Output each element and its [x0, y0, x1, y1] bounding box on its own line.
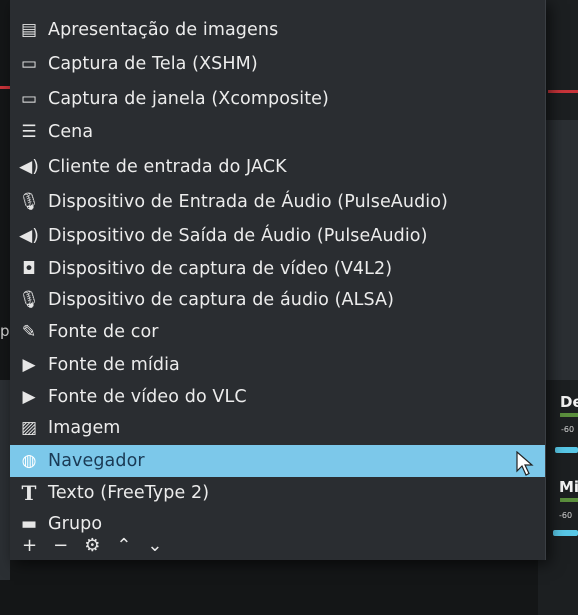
slideshow-icon: ▤	[20, 20, 38, 40]
move-down-icon[interactable]: ⌄	[147, 535, 162, 556]
menu-item-label: Fonte de vídeo do VLC	[48, 387, 247, 407]
menu-item-label: Grupo	[48, 514, 103, 534]
menu-item-label: Dispositivo de Entrada de Áudio (PulseAu…	[48, 192, 448, 212]
audio-slider-2[interactable]	[553, 530, 578, 536]
right-dock-panel	[545, 120, 578, 380]
menu-item-audio-capture-alsa[interactable]: 🎙 Dispositivo de captura de áudio (ALSA)	[10, 284, 545, 316]
audio-slider-1[interactable]	[555, 447, 578, 453]
menu-item-label: Dispositivo de captura de vídeo (V4L2)	[48, 259, 393, 279]
audio-source-label-2: Mic	[559, 478, 578, 496]
menu-item-screen-capture[interactable]: ▭ Captura de Tela (XSHM)	[10, 48, 545, 80]
menu-item-video-capture-v4l2[interactable]: ◘ Dispositivo de captura de vídeo (V4L2)	[10, 253, 545, 285]
left-dock-panel	[0, 380, 10, 580]
menu-item-browser[interactable]: ◍ Navegador	[10, 445, 545, 477]
microphone-icon: 🎙	[18, 192, 40, 212]
brush-icon: ✎	[21, 322, 37, 342]
menu-item-label: Captura de janela (Xcomposite)	[48, 89, 329, 109]
text-icon: T	[21, 481, 37, 505]
menu-item-label: Navegador	[48, 451, 145, 471]
window-icon: ▭	[20, 89, 38, 109]
gear-icon[interactable]: ⚙	[84, 535, 100, 556]
menu-item-jack-input[interactable]: ◀) Cliente de entrada do JACK	[10, 151, 545, 183]
menu-item-label: Apresentação de imagens	[48, 20, 279, 40]
menu-item-audio-input-pulse[interactable]: 🎙 Dispositivo de Entrada de Áudio (Pulse…	[10, 186, 545, 218]
image-icon: ▨	[20, 418, 38, 438]
menu-item-label: Dispositivo de Saída de Áudio (PulseAudi…	[48, 226, 428, 246]
camera-icon: ◘	[22, 259, 36, 279]
menu-item-label: Dispositivo de captura de áudio (ALSA)	[48, 290, 394, 310]
menu-item-label: Cena	[48, 122, 94, 142]
menu-item-audio-output-pulse[interactable]: ◀) Dispositivo de Saída de Áudio (PulseA…	[10, 220, 545, 252]
menu-item-label: Texto (FreeType 2)	[48, 483, 210, 503]
menu-item-window-capture[interactable]: ▭ Captura de janela (Xcomposite)	[10, 83, 545, 115]
play-icon: ▶	[22, 355, 36, 375]
menu-item-media-source[interactable]: ▶ Fonte de mídia	[10, 349, 545, 381]
folder-icon: ▬	[20, 514, 38, 534]
menu-item-scene[interactable]: ☰ Cena	[10, 116, 545, 148]
microphone-icon: 🎙	[18, 290, 40, 310]
menu-item-image-slideshow[interactable]: ▤ Apresentação de imagens	[10, 14, 545, 46]
menu-item-vlc-source[interactable]: ▶ Fonte de vídeo do VLC	[10, 381, 545, 413]
list-icon: ☰	[21, 122, 37, 142]
audio-source-label-1: De	[560, 393, 578, 411]
menu-item-label: Captura de Tela (XSHM)	[48, 54, 258, 74]
play-icon: ▶	[22, 387, 36, 407]
audio-meter-1	[560, 413, 578, 417]
red-accent-line-right	[548, 90, 578, 93]
audio-meter-tick-2: -60	[559, 511, 573, 520]
audio-meter-tick-1: -60	[561, 425, 575, 434]
monitor-icon: ▭	[20, 54, 38, 74]
speaker-icon: ◀)	[19, 157, 39, 177]
audio-meter-2	[560, 498, 578, 502]
menu-item-text-freetype[interactable]: T Texto (FreeType 2)	[10, 477, 545, 509]
add-source-menu: ▤ Apresentação de imagens ▭ Captura de T…	[10, 0, 546, 560]
move-up-icon[interactable]: ⌃	[116, 535, 131, 556]
menu-item-label: Cliente de entrada do JACK	[48, 157, 287, 177]
menu-item-label: Fonte de mídia	[48, 355, 180, 375]
add-icon[interactable]: +	[22, 535, 37, 556]
menu-item-color-source[interactable]: ✎ Fonte de cor	[10, 316, 545, 348]
mouse-cursor-icon	[516, 451, 534, 476]
remove-icon[interactable]: −	[53, 535, 68, 556]
speaker-icon: ◀)	[19, 226, 39, 246]
sources-toolbar: + − ⚙ ⌃ ⌄	[22, 534, 163, 556]
menu-item-label: Fonte de cor	[48, 322, 159, 342]
menu-item-image[interactable]: ▨ Imagem	[10, 412, 545, 444]
globe-icon: ◍	[21, 451, 37, 471]
menu-item-label: Imagem	[48, 418, 121, 438]
